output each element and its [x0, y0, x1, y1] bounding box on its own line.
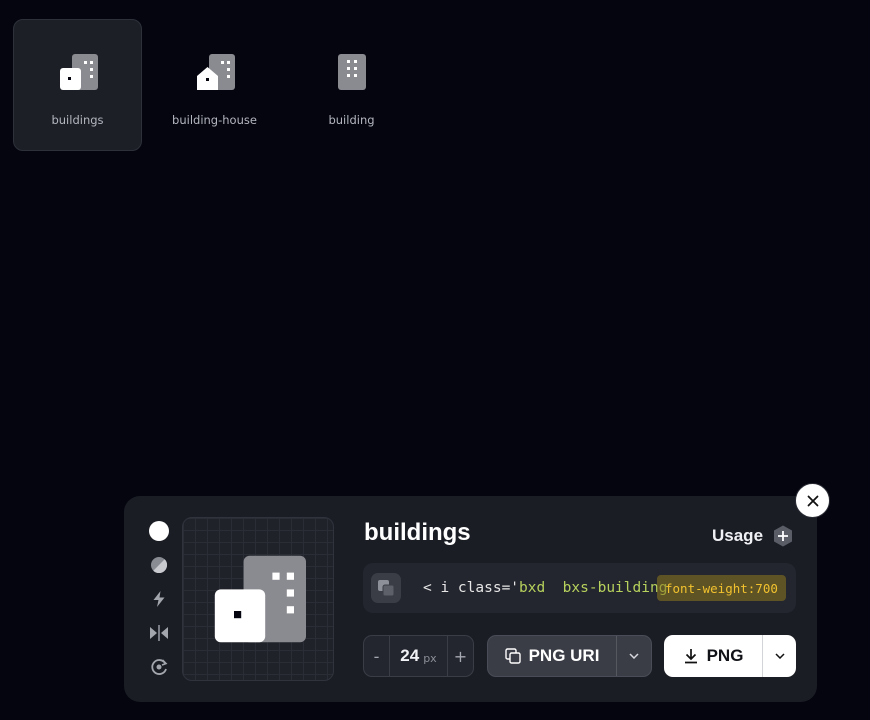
icon-tile-building[interactable]: building: [287, 19, 416, 151]
icon-grid: buildings building-house building: [13, 19, 424, 151]
building-house-icon: [196, 54, 235, 90]
solid-circle-icon: [149, 521, 169, 541]
icon-preview: [182, 517, 334, 681]
copy-code-button[interactable]: [371, 573, 401, 603]
copy-button-label: PNG URI: [528, 646, 600, 665]
solid-style-button[interactable]: [148, 520, 170, 542]
icon-name: buildings: [51, 113, 104, 127]
size-value[interactable]: 24 px: [389, 636, 448, 676]
size-number: 24: [400, 646, 420, 665]
buildings-icon: [214, 555, 306, 643]
usage-toggle[interactable]: Usage: [712, 524, 795, 548]
half-tone-icon: [151, 557, 168, 574]
chevron-down-icon: [774, 653, 785, 659]
code-snippet: < i class='bxd bxs-building font-weight:…: [363, 563, 796, 613]
icon-name: building: [328, 113, 375, 127]
close-icon: [807, 495, 818, 506]
icon-name: building-house: [172, 113, 257, 127]
code-tag-open: < i class=': [423, 580, 520, 596]
size-increase-button[interactable]: +: [448, 636, 473, 676]
flip-button[interactable]: [148, 622, 170, 644]
code-tooltip: font-weight:700: [657, 575, 786, 601]
buildings-icon: [59, 54, 98, 90]
size-unit: px: [423, 651, 437, 665]
bolt-icon: [153, 591, 165, 607]
copy-format-control: PNG URI: [487, 635, 652, 677]
animate-button[interactable]: [148, 588, 170, 610]
chevron-down-icon: [629, 653, 639, 659]
rotate-button[interactable]: [148, 656, 170, 678]
size-decrease-button[interactable]: -: [364, 636, 389, 676]
style-toolbar: [148, 520, 170, 690]
download-button-label: PNG: [706, 646, 744, 665]
usage-label: Usage: [712, 526, 764, 545]
code-class-value: bxd bxs-building: [519, 580, 668, 596]
size-stepper: - 24 px +: [363, 635, 474, 677]
copy-format-dropdown[interactable]: [617, 636, 651, 676]
download-png-button[interactable]: PNG: [664, 635, 763, 677]
icon-title: buildings: [364, 519, 471, 546]
download-format-dropdown[interactable]: [763, 635, 796, 677]
download-icon: [684, 649, 697, 664]
code-text: < i class='bxd bxs-building: [423, 580, 667, 596]
duotone-style-button[interactable]: [148, 554, 170, 576]
building-icon: [337, 54, 366, 90]
icon-tile-building-house[interactable]: building-house: [150, 19, 279, 151]
copy-png-uri-button[interactable]: PNG URI: [488, 636, 617, 676]
copy-icon: [504, 648, 521, 664]
hexagon-plus-icon: [774, 525, 793, 547]
icon-tile-buildings[interactable]: buildings: [13, 19, 142, 151]
rotate-icon: [151, 659, 168, 675]
close-button[interactable]: [795, 483, 830, 518]
copy-icon: [378, 580, 395, 597]
flip-icon: [150, 625, 168, 641]
download-format-control: PNG: [664, 635, 796, 677]
